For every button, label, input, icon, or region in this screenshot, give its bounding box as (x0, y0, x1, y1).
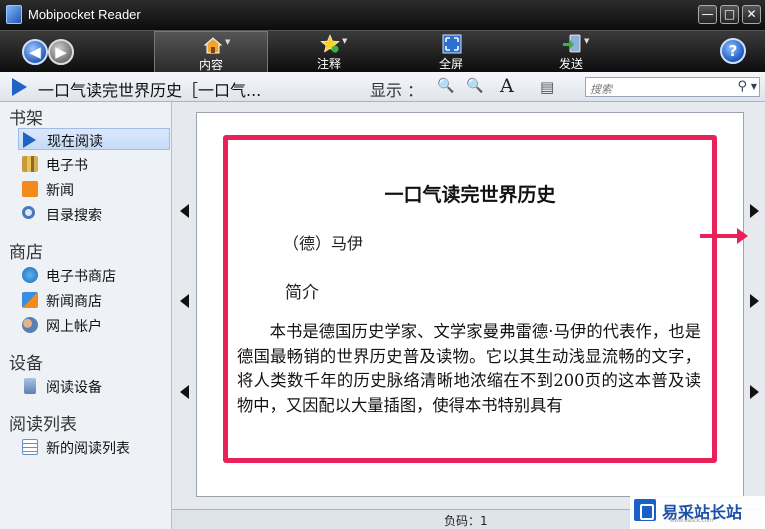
app-icon (6, 5, 22, 24)
display-label: 显示 ： (370, 81, 424, 100)
sidebar-item-reading-device[interactable]: 阅读设备 (18, 375, 170, 397)
toolbar-content-label: 内容 (198, 58, 223, 72)
watermark-url: www.easck.com (670, 518, 714, 524)
sidebar-item-label: 电子书 (46, 158, 88, 174)
help-button[interactable]: ? (720, 38, 746, 64)
sidebar-item-label: 现在阅读 (47, 134, 103, 150)
play-icon (23, 132, 36, 148)
sidebar-item-label: 新的阅读列表 (46, 441, 130, 457)
main-toolbar: ◀ ▶ ▼ 内容 ▼ 注释 全屏 ▼ 发送 ? (0, 30, 765, 72)
page-location: 负码：1 (444, 514, 488, 528)
prev-page-arrow-icon[interactable] (180, 204, 189, 218)
window-title: Mobipocket Reader (28, 7, 141, 22)
chevron-down-icon: ▼ (225, 38, 231, 46)
sidebar-item-catalog-search[interactable]: 目录搜索 (18, 203, 170, 225)
minimize-button[interactable]: — (698, 5, 717, 24)
sidebar-item-label: 阅读设备 (46, 380, 102, 396)
sidebar-item-ebooks[interactable]: 电子书 (18, 153, 170, 175)
toolbar-notes-button[interactable]: ▼ 注释 (272, 31, 386, 72)
library-sidebar: 书架 现在阅读 电子书 新闻 目录搜索 商店 电子书商店 新闻商店 网上帐户 设… (0, 102, 172, 529)
prev-page-arrow-icon[interactable] (180, 294, 189, 308)
next-page-arrow-icon[interactable] (750, 294, 759, 308)
rss-icon (22, 181, 38, 197)
font-size-icon[interactable]: A (500, 75, 514, 97)
section-store: 商店 (9, 243, 43, 263)
sidebar-item-new-reading-list[interactable]: 新的阅读列表 (18, 436, 170, 458)
chevron-down-icon: ▼ (584, 37, 590, 45)
toolbar-send-label: 发送 (558, 57, 583, 71)
toolbar-send-button[interactable]: ▼ 发送 (514, 31, 628, 72)
sidebar-item-news[interactable]: 新闻 (18, 178, 170, 200)
site-logo-icon (634, 499, 656, 521)
books-icon (22, 156, 38, 172)
reading-pane: 一口气读完世界历史 （德）马伊 简介 本书是德国历史学家、文学家曼弗雷德·马伊的… (172, 102, 765, 509)
sidebar-item-label: 新闻商店 (46, 294, 102, 310)
sidebar-item-label: 新闻 (46, 183, 74, 199)
magnifier-icon (22, 206, 35, 219)
sidebar-item-online-account[interactable]: 网上帐户 (18, 314, 170, 336)
sidebar-item-label: 网上帐户 (46, 319, 102, 335)
users-icon (22, 317, 38, 333)
maximize-button[interactable]: □ (720, 5, 739, 24)
toolbar-notes-label: 注释 (316, 57, 341, 71)
search-icon[interactable]: ⚲ (737, 79, 747, 94)
zoom-in-icon[interactable]: 🔍 (466, 78, 483, 94)
sidebar-item-now-reading[interactable]: 现在阅读 (18, 128, 170, 150)
sidebar-item-ebook-store[interactable]: 电子书商店 (18, 264, 170, 286)
forward-button[interactable]: ▶ (48, 39, 74, 65)
watermark: 易采站长站 www.easck.com (630, 496, 765, 529)
book-info-bar: 一口气读完世界历史［一口气... 显示 ： 🔍 🔍 A ▤ 搜索 ⚲ ▼ (0, 72, 765, 102)
search-placeholder: 搜索 (590, 83, 612, 96)
toolbar-content-button[interactable]: ▼ 内容 (154, 31, 268, 72)
next-page-arrow-icon[interactable] (750, 385, 759, 399)
next-page-arrow-icon[interactable] (750, 204, 759, 218)
list-icon (22, 439, 38, 455)
section-reading-lists: 阅读列表 (9, 415, 77, 435)
close-button[interactable]: ✕ (742, 5, 761, 24)
star-icon (320, 34, 340, 53)
back-button[interactable]: ◀ (22, 39, 48, 65)
home-icon (203, 37, 223, 54)
highlight-annotation-box (223, 135, 717, 463)
globe-icon (22, 267, 38, 283)
chevron-down-icon: ▼ (342, 37, 348, 45)
fullscreen-icon (442, 34, 462, 54)
device-icon (24, 378, 36, 394)
toolbar-fullscreen-label: 全屏 (438, 57, 463, 71)
sidebar-item-label: 电子书商店 (46, 269, 116, 285)
zoom-out-icon[interactable]: 🔍 (437, 78, 454, 94)
section-bookshelf: 书架 (9, 109, 43, 129)
search-input[interactable]: 搜索 ⚲ ▼ (585, 77, 760, 97)
sidebar-item-news-store[interactable]: 新闻商店 (18, 289, 170, 311)
layout-icon[interactable]: ▤ (540, 78, 554, 96)
title-bar: Mobipocket Reader — □ ✕ (0, 0, 765, 30)
news-store-icon (22, 292, 38, 308)
book-page[interactable]: 一口气读完世界历史 （德）马伊 简介 本书是德国历史学家、文学家曼弗雷德·马伊的… (196, 112, 744, 497)
play-icon (12, 78, 27, 96)
send-device-icon (563, 34, 581, 53)
toolbar-fullscreen-button[interactable]: 全屏 (394, 31, 508, 72)
chevron-down-icon[interactable]: ▼ (751, 82, 757, 91)
section-devices: 设备 (9, 354, 43, 374)
current-book-title: 一口气读完世界历史［一口气... (38, 81, 262, 100)
sidebar-item-label: 目录搜索 (46, 208, 102, 224)
annotation-arrow-icon (700, 228, 748, 244)
prev-page-arrow-icon[interactable] (180, 385, 189, 399)
